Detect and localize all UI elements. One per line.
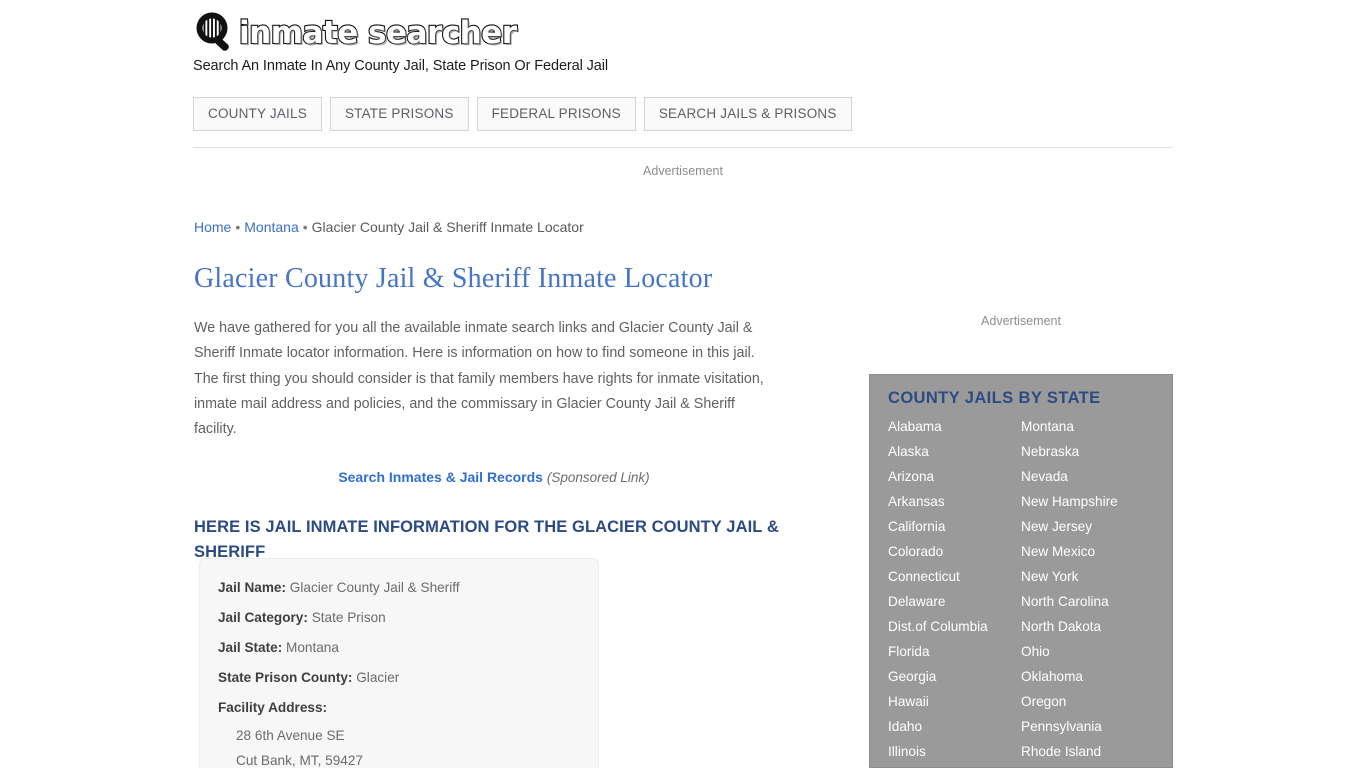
jail-info-box: Jail Name: Glacier County Jail & Sheriff… (199, 558, 599, 768)
facility-address-line-1: 28 6th Avenue SE (236, 728, 345, 743)
state-link-nebraska[interactable]: Nebraska (1021, 439, 1154, 464)
primary-nav: COUNTY JAILS STATE PRISONS FEDERAL PRISO… (193, 97, 852, 131)
magnifying-glass-jail-bars-icon (193, 11, 237, 55)
info-value-jail-category: State Prison (311, 610, 386, 625)
state-link-colorado[interactable]: Colorado (888, 539, 1021, 564)
nav-item-county-jails[interactable]: COUNTY JAILS (193, 97, 322, 131)
breadcrumb-separator-2: • (302, 219, 308, 235)
site-logo-text: inmate searcher (238, 14, 518, 52)
site-header: inmate searcher Search An Inmate In Any … (193, 10, 1173, 74)
state-link-arizona[interactable]: Arizona (888, 464, 1021, 489)
site-tagline: Search An Inmate In Any County Jail, Sta… (193, 58, 609, 74)
state-link-connecticut[interactable]: Connecticut (888, 564, 1021, 589)
county-jails-by-state-panel: COUNTY JAILS BY STATE Alabama Alaska Arizo… (869, 374, 1173, 768)
state-link-illinois[interactable]: Illinois (888, 739, 1021, 764)
state-link-oregon[interactable]: Oregon (1021, 689, 1154, 714)
right-advertisement-label: Advertisement (981, 314, 1061, 328)
sidebar-heading: COUNTY JAILS BY STATE (888, 389, 1101, 407)
nav-item-federal-prisons[interactable]: FEDERAL PRISONS (476, 97, 636, 131)
state-link-new-mexico[interactable]: New Mexico (1021, 539, 1154, 564)
top-advertisement-label: Advertisement (643, 164, 723, 178)
info-label-jail-category: Jail Category: (218, 610, 308, 625)
info-row-jail-category: Jail Category: State Prison (218, 603, 580, 633)
state-link-georgia[interactable]: Georgia (888, 664, 1021, 689)
info-value-jail-name: Glacier County Jail & Sheriff (289, 580, 460, 595)
state-link-new-hampshire[interactable]: New Hampshire (1021, 489, 1154, 514)
breadcrumb-state-link[interactable]: Montana (244, 219, 298, 235)
state-link-north-carolina[interactable]: North Carolina (1021, 589, 1154, 614)
sponsored-link-note: (Sponsored Link) (546, 470, 650, 486)
info-row-state-prison-county: State Prison County: Glacier (218, 663, 580, 693)
state-link-columns: Alabama Alaska Arizona Arkansas California Co… (888, 414, 1172, 764)
state-link-ohio[interactable]: Ohio (1021, 639, 1154, 664)
state-link-alabama[interactable]: Alabama (888, 414, 1021, 439)
info-label-facility-address: Facility Address: (218, 700, 328, 715)
state-link-montana[interactable]: Montana (1021, 414, 1154, 439)
header-divider (193, 147, 1173, 148)
sponsored-link-row: Search Inmates & Jail Records (Sponsored… (194, 469, 794, 485)
state-link-oklahoma[interactable]: Oklahoma (1021, 664, 1154, 689)
search-inmates-jail-records-link[interactable]: Search Inmates & Jail Records (338, 469, 543, 485)
breadcrumb: Home • Montana • Glacier County Jail & Sheri… (194, 219, 584, 235)
state-link-pennsylvania[interactable]: Pennsylvania (1021, 714, 1154, 739)
state-link-idaho[interactable]: Idaho (888, 714, 1021, 739)
info-label-state-prison-county: State Prison County: (218, 670, 353, 685)
state-link-north-dakota[interactable]: North Dakota (1021, 614, 1154, 639)
site-logo[interactable]: inmate searcher (193, 10, 1173, 56)
page-root: inmate searcher Search An Inmate In Any … (0, 0, 1366, 768)
nav-item-search-jails-prisons[interactable]: SEARCH JAILS & PRISONS (643, 97, 852, 131)
info-label-jail-name: Jail Name: (218, 580, 287, 595)
breadcrumb-current: Glacier County Jail & Sheriff Inmate Loc… (311, 219, 584, 235)
info-value-jail-state: Montana (286, 640, 339, 655)
info-row-jail-state: Jail State: Montana (218, 633, 580, 663)
state-link-delaware[interactable]: Delaware (888, 589, 1021, 614)
page-title: Glacier County Jail & Sheriff Inmate Loc… (194, 263, 713, 294)
state-column-right: Montana Nebraska Nevada New Hampshire New Je… (1021, 414, 1154, 764)
info-label-jail-state: Jail State: (218, 640, 283, 655)
breadcrumb-separator-1: • (235, 219, 241, 235)
state-column-left: Alabama Alaska Arizona Arkansas California Co… (888, 414, 1021, 764)
breadcrumb-home-link[interactable]: Home (194, 219, 231, 235)
state-link-california[interactable]: California (888, 514, 1021, 539)
state-link-rhode-island[interactable]: Rhode Island (1021, 739, 1154, 764)
state-link-alaska[interactable]: Alaska (888, 439, 1021, 464)
facility-address-line-2: Cut Bank, MT, 59427 (236, 753, 363, 768)
info-row-jail-name: Jail Name: Glacier County Jail & Sheriff (218, 573, 580, 603)
main-content: Glacier County Jail & Sheriff Inmate Loc… (194, 262, 794, 565)
nav-item-state-prisons[interactable]: STATE PRISONS (329, 97, 469, 131)
state-link-new-jersey[interactable]: New Jersey (1021, 514, 1154, 539)
info-value-state-prison-county: Glacier (356, 670, 400, 685)
state-link-dist-of-columbia[interactable]: Dist.of Columbia (888, 614, 1021, 639)
state-link-florida[interactable]: Florida (888, 639, 1021, 664)
info-row-facility-address: Facility Address: (218, 693, 580, 723)
state-link-hawaii[interactable]: Hawaii (888, 689, 1021, 714)
state-link-new-york[interactable]: New York (1021, 564, 1154, 589)
state-link-nevada[interactable]: Nevada (1021, 464, 1154, 489)
state-link-arkansas[interactable]: Arkansas (888, 489, 1021, 514)
intro-paragraph: We have gathered for you all the availab… (194, 320, 764, 438)
